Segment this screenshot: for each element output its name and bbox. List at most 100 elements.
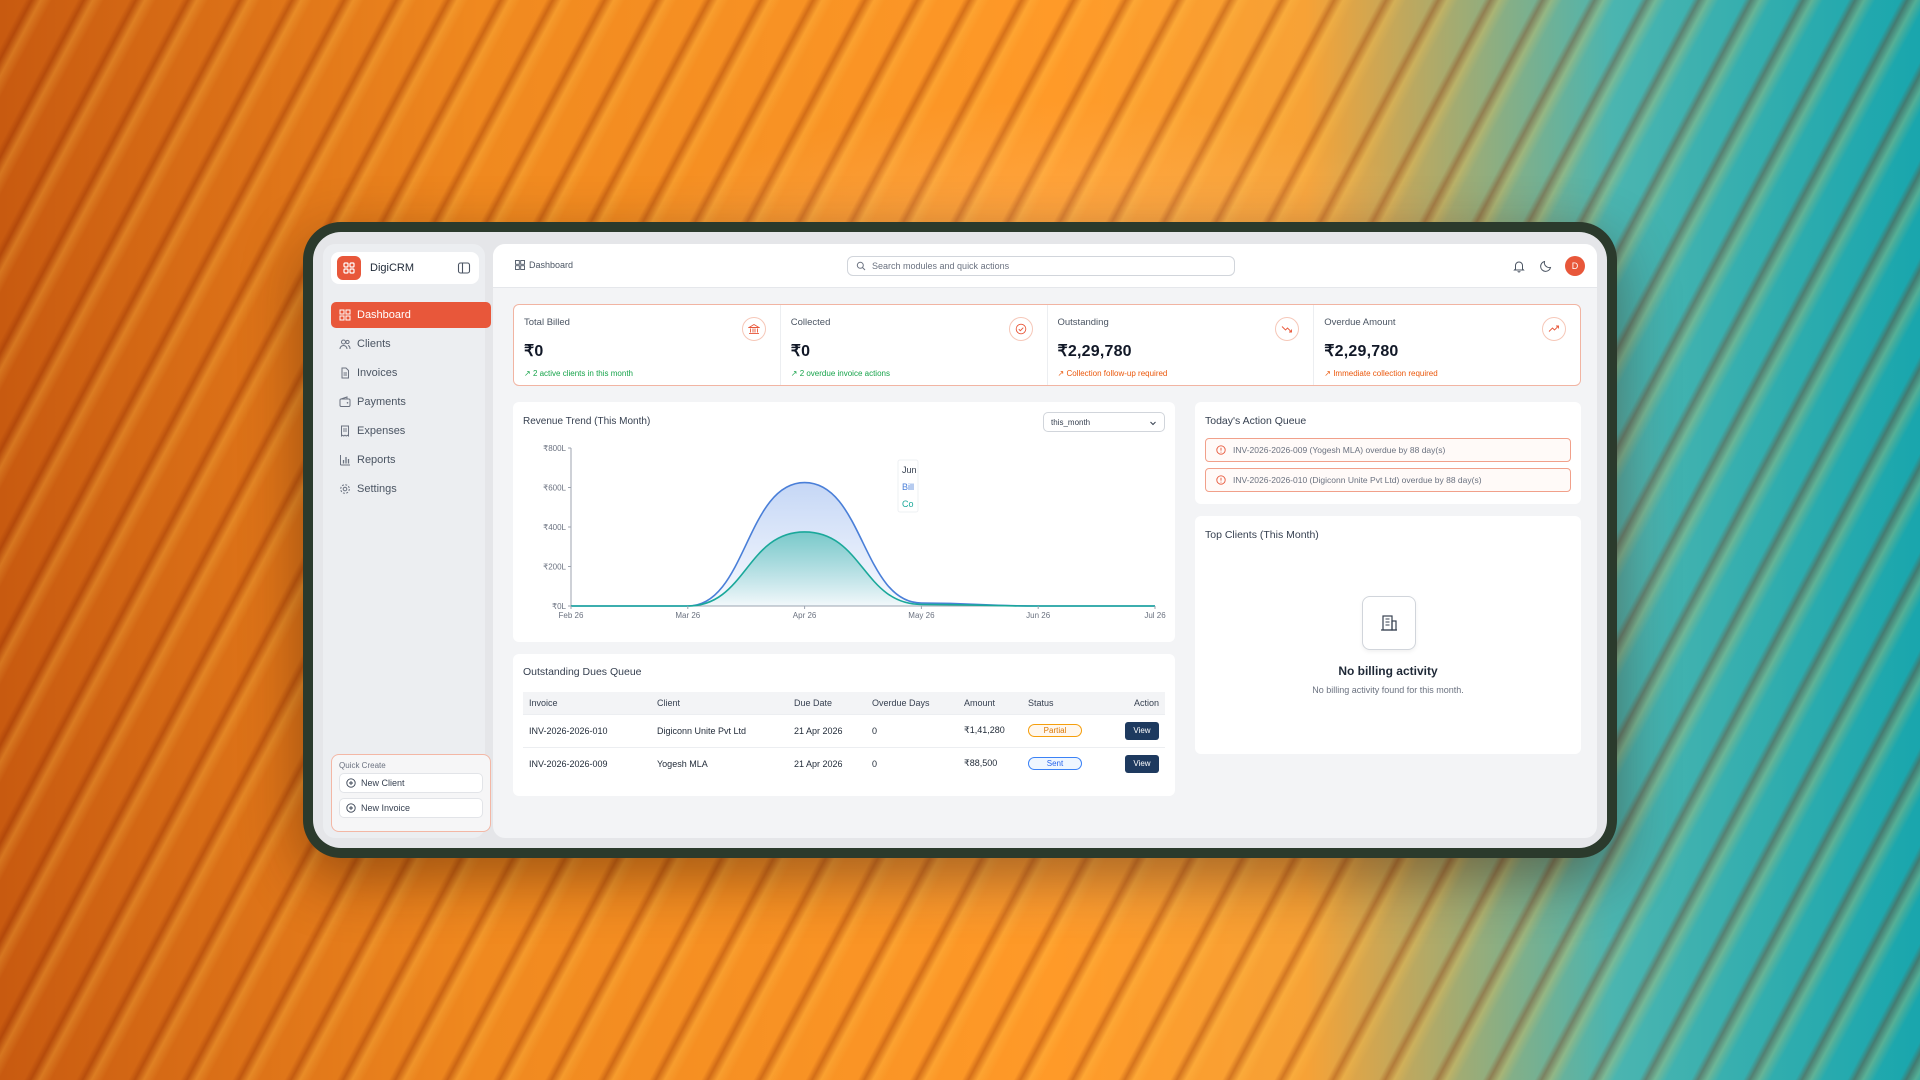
app-screen: DigiCRM Dashboard Clients Invoices Payme… — [313, 232, 1607, 848]
receipt-icon — [341, 425, 349, 437]
client-cell: Digiconn Unite Pvt Ltd — [651, 713, 788, 747]
sidebar-item-clients[interactable]: Clients — [331, 331, 491, 357]
period-select[interactable]: this_month — [1043, 412, 1165, 432]
stat-value: ₹0 — [790, 343, 811, 360]
table-row: INV-2026-2026-009 Yogesh MLA 21 Apr 2026… — [523, 746, 1165, 780]
sidebar-item-invoices[interactable]: Invoices — [331, 360, 491, 386]
plus-circle-icon — [346, 803, 356, 813]
sidebar-item-label: Dashboard — [357, 309, 411, 321]
overdue-days-cell: 0 — [866, 746, 958, 780]
view-button[interactable]: View — [1125, 721, 1159, 740]
revenue-chart: ₹0L ₹200L ₹400L ₹600L ₹800L Feb 26 Mar 26 Apr 2… — [543, 444, 1166, 620]
stat-note: ↗ Collection follow-up required — [1057, 369, 1168, 378]
trending-up-icon — [1542, 317, 1566, 341]
search-input[interactable] — [872, 261, 1212, 271]
check-circle-icon — [1008, 317, 1033, 341]
sidebar-item-label: Reports — [357, 454, 396, 466]
action-cell: View — [1114, 713, 1165, 747]
breadcrumb-label: Dashboard — [529, 260, 574, 270]
bell-icon[interactable] — [1512, 259, 1526, 273]
sidebar-item-dashboard[interactable]: Dashboard — [331, 302, 491, 328]
sidebar-item-label: Clients — [357, 338, 391, 350]
chart-tooltip: Jun Bill Co — [897, 459, 919, 513]
stat-label: Collected — [790, 317, 831, 328]
sidebar-nav: Dashboard Clients Invoices Payments Expe… — [331, 302, 491, 505]
sidebar-toggle-icon[interactable] — [457, 261, 471, 275]
file-icon — [341, 367, 349, 379]
stat-label: Overdue Amount — [1324, 317, 1396, 328]
column-header: Client — [651, 692, 788, 714]
invoice-cell: INV-2026-2026-010 — [523, 713, 651, 747]
status-badge: Partial — [1028, 724, 1082, 737]
empty-state-subtitle: No billing activity found for this month… — [1312, 685, 1464, 695]
y-tick-label: ₹200L — [543, 563, 566, 572]
avatar[interactable]: D — [1565, 256, 1585, 276]
stat-card-collected: Collected ₹0 ↗ 2 overdue invoice actions — [781, 305, 1048, 385]
due-date-cell: 21 Apr 2026 — [788, 746, 866, 780]
overdue-days-cell: 0 — [866, 713, 958, 747]
top-bar: Dashboard D — [493, 244, 1597, 288]
alert-text: INV-2026-2026-009 (Yogesh MLA) overdue b… — [1233, 445, 1446, 455]
new-client-button[interactable]: New Client — [339, 773, 483, 793]
status-cell: Partial — [1022, 713, 1114, 747]
sidebar-item-label: Payments — [357, 396, 406, 408]
action-alert-item[interactable]: INV-2026-2026-010 (Digiconn Unite Pvt Lt… — [1205, 468, 1571, 492]
quick-create-title: Quick Create — [339, 761, 386, 770]
status-cell: Sent — [1022, 746, 1114, 780]
alert-circle-icon — [1216, 475, 1226, 485]
sidebar-item-payments[interactable]: Payments — [331, 389, 491, 415]
sidebar-item-expenses[interactable]: Expenses — [331, 418, 491, 444]
sidebar-item-label: Expenses — [357, 425, 406, 437]
new-invoice-label: New Invoice — [361, 803, 411, 813]
main-content: Dashboard D Total Billed ₹0 ↗ 2 active c — [493, 244, 1597, 838]
search-box[interactable] — [847, 256, 1235, 276]
alert-text: INV-2026-2026-010 (Digiconn Unite Pvt Lt… — [1233, 475, 1482, 485]
gear-icon — [340, 484, 350, 494]
column-header: Amount — [958, 692, 1022, 714]
stat-label: Outstanding — [1057, 317, 1109, 328]
stat-value: ₹2,29,780 — [1057, 343, 1132, 360]
stat-value: ₹2,29,780 — [1324, 343, 1399, 360]
bar-chart-icon — [340, 455, 350, 466]
view-button[interactable]: View — [1125, 754, 1159, 773]
top-clients-title: Top Clients (This Month) — [1205, 529, 1319, 541]
device-frame: DigiCRM Dashboard Clients Invoices Payme… — [303, 222, 1617, 858]
users-icon — [339, 339, 351, 350]
sidebar-item-settings[interactable]: Settings — [331, 476, 491, 502]
status-badge: Sent — [1028, 757, 1082, 771]
building-icon — [1362, 596, 1416, 650]
new-client-label: New Client — [361, 778, 405, 788]
alert-circle-icon — [1216, 445, 1226, 455]
grid-icon — [339, 309, 351, 321]
chevron-down-icon — [1150, 421, 1156, 426]
x-tick-label: Jul 26 — [1144, 611, 1166, 620]
revenue-trend-title: Revenue Trend (This Month) — [523, 416, 651, 427]
breadcrumb[interactable]: Dashboard — [515, 260, 573, 270]
stat-note: ↗ 2 active clients in this month — [524, 369, 633, 378]
stat-card-outstanding: Outstanding ₹2,29,780 ↗ Collection follo… — [1048, 305, 1315, 385]
table-row: INV-2026-2026-010 Digiconn Unite Pvt Ltd… — [523, 713, 1165, 747]
tooltip-title: Jun — [902, 465, 917, 475]
column-header: Overdue Days — [866, 692, 958, 714]
new-invoice-button[interactable]: New Invoice — [339, 798, 483, 818]
stat-note: ↗ Immediate collection required — [1324, 369, 1438, 378]
action-alert-item[interactable]: INV-2026-2026-009 (Yogesh MLA) overdue b… — [1205, 438, 1571, 462]
amount-cell: ₹88,500 — [958, 746, 1022, 780]
trending-down-icon — [1275, 317, 1300, 341]
sidebar-item-reports[interactable]: Reports — [331, 447, 491, 473]
x-tick-label: May 26 — [908, 611, 935, 620]
moon-icon[interactable] — [1539, 259, 1553, 273]
bank-icon — [741, 317, 766, 341]
column-header: Invoice — [523, 692, 651, 714]
period-select-value: this_month — [1051, 417, 1091, 427]
stat-card-total-billed: Total Billed ₹0 ↗ 2 active clients in th… — [514, 305, 781, 385]
stat-value: ₹0 — [524, 343, 544, 360]
invoice-cell: INV-2026-2026-009 — [523, 746, 651, 780]
x-tick-label: Jun 26 — [1026, 611, 1051, 620]
sidebar: DigiCRM Dashboard Clients Invoices Payme… — [323, 244, 491, 838]
tooltip-series-bill: Bill — [902, 482, 914, 492]
plus-circle-icon — [346, 778, 356, 788]
y-tick-label: ₹800L — [543, 444, 566, 453]
stat-card-overdue: Overdue Amount ₹2,29,780 ↗ Immediate col… — [1314, 305, 1580, 385]
y-tick-label: ₹600L — [543, 484, 566, 493]
